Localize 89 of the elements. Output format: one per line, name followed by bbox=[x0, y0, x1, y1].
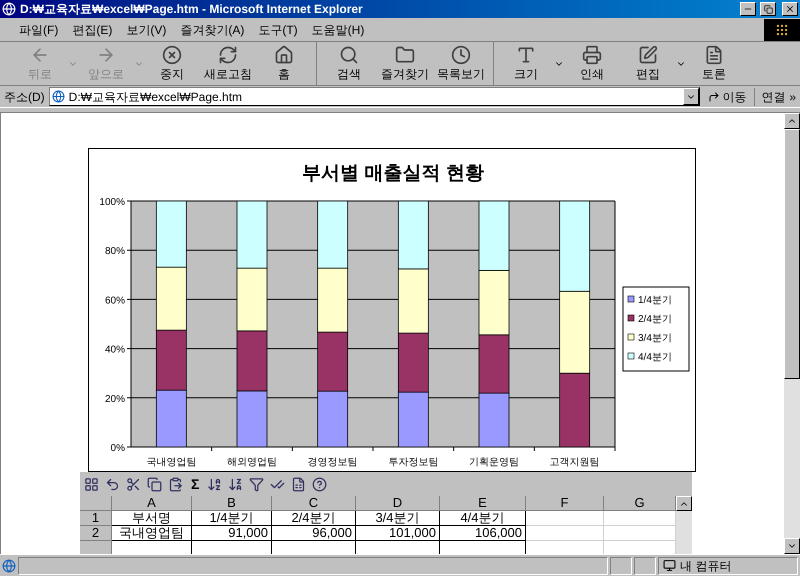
menu-item[interactable]: 파일(F) bbox=[12, 20, 66, 38]
arrow-icon bbox=[708, 90, 720, 102]
category-label: 투자정보팀 bbox=[388, 457, 438, 468]
window-title: D:₩교육자료₩excel₩Page.htm - Microsoft Internet Explorer bbox=[20, 1, 364, 18]
table-cell: 국내영업팀 bbox=[112, 526, 192, 541]
zone-label: 내 컴퓨터 bbox=[680, 558, 732, 574]
address-field[interactable]: D:₩교육자료₩excel₩Page.htm bbox=[48, 87, 700, 106]
table-cell: 101,000 bbox=[356, 526, 440, 541]
legend-label: 2/4분기 bbox=[638, 314, 672, 325]
spreadsheet[interactable]: Σ A B C D E F G 1 부서명 1/4분기 2/4분기 3/4분기 4/4분기 2 국내영업팀 91,000 96,000 101,000 106,000 bbox=[80, 472, 692, 554]
page-icon bbox=[2, 558, 16, 572]
status-panel bbox=[634, 556, 656, 574]
table-cell: 106,000 bbox=[440, 526, 526, 541]
y-tick-label: 0% bbox=[110, 443, 125, 454]
table-cell: 1/4분기 bbox=[192, 511, 272, 526]
toolbar-button[interactable]: 홈 bbox=[256, 44, 312, 84]
page-icon bbox=[52, 90, 65, 103]
letters-icon bbox=[516, 44, 536, 64]
scroll-thumb[interactable] bbox=[784, 129, 800, 379]
menu-item[interactable]: 보기(V) bbox=[119, 20, 174, 38]
toolbar-button[interactable]: 목록보기 bbox=[433, 44, 489, 84]
minimize-button[interactable] bbox=[740, 2, 756, 16]
sum-button[interactable]: Σ bbox=[189, 474, 202, 494]
category-label: 고객지원팀 bbox=[550, 457, 600, 468]
sort-ascending-icon[interactable] bbox=[207, 476, 222, 492]
sheet-scrollbar[interactable] bbox=[676, 496, 692, 554]
paste-icon[interactable] bbox=[168, 476, 183, 492]
table-cell bbox=[604, 526, 676, 541]
legend-label: 3/4분기 bbox=[638, 333, 672, 344]
restore-button[interactable] bbox=[760, 2, 776, 16]
table-cell: 96,000 bbox=[272, 526, 356, 541]
toolbar-button[interactable]: 크기 bbox=[498, 44, 554, 84]
search-icon bbox=[339, 44, 359, 64]
clock-icon bbox=[451, 44, 471, 64]
toolbar-button[interactable]: 토론 bbox=[686, 44, 742, 84]
close-icon bbox=[785, 4, 795, 14]
close-button[interactable] bbox=[782, 2, 798, 16]
page-icon bbox=[2, 2, 16, 16]
y-tick-label: 60% bbox=[104, 295, 125, 306]
menu-item[interactable]: 도구(T) bbox=[251, 20, 305, 38]
status-panel bbox=[610, 556, 632, 574]
table-cell bbox=[604, 511, 676, 526]
folder-icon bbox=[395, 44, 415, 64]
category-label: 해외영업팀 bbox=[227, 457, 277, 468]
computer-icon bbox=[663, 559, 676, 572]
page-scrollbar[interactable] bbox=[784, 113, 800, 554]
help-icon[interactable] bbox=[312, 476, 328, 492]
category-label: 국내영업팀 bbox=[146, 457, 196, 468]
scissors-icon[interactable] bbox=[126, 476, 141, 492]
toolbar-button[interactable]: 새로고침 bbox=[200, 44, 256, 84]
y-tick-label: 40% bbox=[104, 344, 125, 356]
table-cell: 2/4분기 bbox=[272, 511, 356, 526]
menu-item[interactable]: 즐겨찾기(A) bbox=[173, 20, 252, 38]
undo-icon[interactable] bbox=[105, 476, 120, 492]
document-icon bbox=[704, 44, 724, 64]
table-cell: 91,000 bbox=[192, 526, 272, 541]
spreadsheet-icon[interactable] bbox=[291, 476, 306, 492]
menu-item[interactable]: 편집(E) bbox=[65, 20, 120, 38]
sort-descending-icon[interactable] bbox=[228, 476, 244, 492]
more-chevron[interactable]: » bbox=[789, 88, 796, 106]
filter-icon[interactable] bbox=[249, 476, 264, 492]
y-tick-label: 80% bbox=[104, 246, 125, 258]
toolbar-button[interactable]: 인쇄 bbox=[564, 44, 620, 84]
refresh-icon bbox=[218, 44, 238, 64]
legend-label: 4/4분기 bbox=[638, 352, 672, 363]
printer-icon bbox=[582, 44, 602, 64]
edit-icon bbox=[638, 44, 658, 64]
address-label: 주소(D) bbox=[4, 88, 45, 106]
toolbar-button[interactable]: 중지 bbox=[144, 44, 200, 84]
go-button[interactable]: 이동 bbox=[704, 88, 750, 106]
stop-icon bbox=[162, 44, 182, 64]
category-label: 경영정보팀 bbox=[308, 457, 358, 468]
category-label: 기획운영팀 bbox=[469, 457, 519, 468]
y-tick-label: 20% bbox=[104, 394, 125, 405]
table-cell: 4/4분기 bbox=[440, 511, 526, 526]
chart-title: 부서별 매출실적 현황 bbox=[302, 163, 484, 184]
legend-label: 1/4분기 bbox=[638, 295, 672, 306]
toolbar-button[interactable]: 즐겨찾기 bbox=[377, 44, 433, 84]
table-cell: 부서명 bbox=[112, 511, 192, 526]
corner-cell bbox=[80, 496, 112, 511]
house-icon bbox=[274, 44, 294, 64]
y-tick-label: 100% bbox=[99, 197, 125, 208]
table-cell: 3/4분기 bbox=[356, 511, 440, 526]
toolbar-button[interactable]: 편집 bbox=[620, 44, 676, 84]
toolbar-button[interactable]: 검색 bbox=[321, 44, 377, 84]
restore-icon bbox=[764, 4, 772, 14]
menu-item[interactable]: 도움말(H) bbox=[304, 20, 372, 38]
links-button[interactable]: 연결 bbox=[754, 88, 786, 106]
copy-icon[interactable] bbox=[147, 476, 162, 492]
